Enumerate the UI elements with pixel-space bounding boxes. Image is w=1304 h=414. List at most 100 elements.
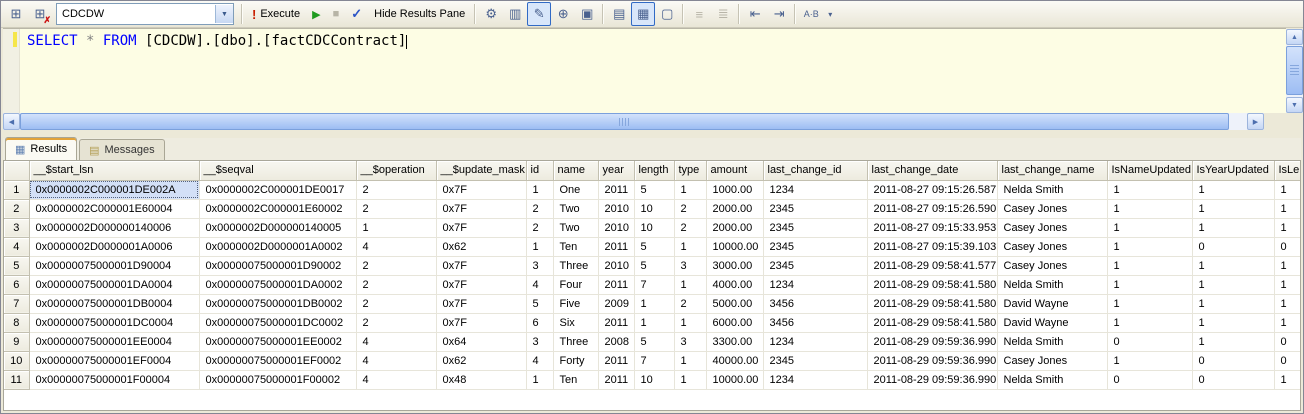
grid-cell[interactable]: 1 — [1192, 256, 1275, 276]
grid-cell[interactable]: 1 — [1107, 275, 1193, 295]
grid-cell[interactable]: 0 — [1192, 351, 1275, 371]
grid-cell[interactable]: 1 — [1274, 199, 1300, 219]
grid-cell[interactable]: 1 — [1274, 370, 1300, 390]
grid-cell[interactable]: 2011 — [598, 351, 635, 371]
grid-cell[interactable]: Nelda Smith — [997, 275, 1108, 295]
grid-cell[interactable]: 4 — [526, 275, 554, 295]
grid-cell[interactable]: 1 — [1192, 313, 1275, 333]
editor-vertical-scrollbar[interactable]: ▲ ▼ — [1286, 29, 1303, 113]
grid-cell[interactable]: 2011 — [598, 180, 635, 200]
grid-cell[interactable]: 0x00000075000001EE0004 — [29, 332, 200, 352]
grid-cell[interactable]: 1 — [634, 294, 675, 314]
grid-cell[interactable]: 0x7F — [436, 313, 527, 333]
grid-cell[interactable]: 2008 — [598, 332, 635, 352]
grid-cell[interactable]: 1 — [1192, 199, 1275, 219]
grid-cell[interactable]: 0x0000002C000001E60004 — [29, 199, 200, 219]
grid-cell[interactable]: Two — [553, 199, 599, 219]
grid-cell[interactable]: 0x0000002D000000140006 — [29, 218, 200, 238]
grid-cell[interactable]: 0x00000075000001D90004 — [29, 256, 200, 276]
grid-cell[interactable]: 2345 — [763, 218, 868, 238]
debug-button[interactable]: ▶ — [306, 2, 326, 26]
grid-cell[interactable]: 1 — [1107, 256, 1193, 276]
grid-cell[interactable]: 4 — [356, 351, 437, 371]
grid-cell[interactable]: 1 — [1274, 180, 1300, 200]
column-header[interactable]: __$update_mask — [436, 161, 527, 181]
grid-cell[interactable]: 2 — [356, 199, 437, 219]
grid-cell[interactable]: 1 — [526, 370, 554, 390]
grid-cell[interactable]: 10000.00 — [706, 237, 764, 257]
tab-messages[interactable]: ▤ Messages — [79, 139, 165, 160]
grid-cell[interactable]: 2000.00 — [706, 218, 764, 238]
grid-cell[interactable]: 2 — [674, 199, 707, 219]
column-header[interactable]: type — [674, 161, 707, 181]
grid-cell[interactable]: 2011 — [598, 275, 635, 295]
intellisense-enabled-icon[interactable]: ✎ — [527, 2, 552, 26]
template-parameters-icon[interactable]: A·B — [799, 2, 823, 26]
grid-cell[interactable]: 2011 — [598, 313, 635, 333]
grid-cell[interactable]: 0x62 — [436, 351, 527, 371]
grid-cell[interactable]: 0x7F — [436, 275, 527, 295]
grid-cell[interactable]: 1 — [1274, 218, 1300, 238]
query-editor[interactable]: SELECT * FROM [CDCDW].[dbo].[factCDCCont… — [3, 28, 1286, 113]
grid-cell[interactable]: 0x00000075000001DC0004 — [29, 313, 200, 333]
grid-cell[interactable]: 1 — [1107, 237, 1193, 257]
grid-cell[interactable]: 1 — [1192, 180, 1275, 200]
row-header[interactable]: 7 — [4, 294, 30, 314]
column-header[interactable]: IsNameUpdated — [1107, 161, 1193, 181]
grid-cell[interactable]: 2 — [674, 294, 707, 314]
grid-cell[interactable]: 1 — [1107, 218, 1193, 238]
row-header[interactable]: 10 — [4, 351, 30, 371]
grid-cell[interactable]: Casey Jones — [997, 218, 1108, 238]
grid-cell[interactable]: 2345 — [763, 237, 868, 257]
grid-cell[interactable]: 0x0000002D0000001A0002 — [199, 237, 357, 257]
grid-cell[interactable]: 0x00000075000001DA0004 — [29, 275, 200, 295]
grid-cell[interactable]: 1 — [1274, 275, 1300, 295]
results-to-file-icon[interactable]: ▢ — [655, 2, 679, 26]
grid-cell[interactable]: 1 — [356, 218, 437, 238]
toolbar-options-chevron-icon[interactable]: ▾ — [823, 3, 837, 25]
grid-cell[interactable]: 0x62 — [436, 237, 527, 257]
grid-cell[interactable]: 2000.00 — [706, 199, 764, 219]
column-header[interactable]: amount — [706, 161, 764, 181]
grid-cell[interactable]: 6000.00 — [706, 313, 764, 333]
results-to-grid-icon[interactable]: ▦ — [631, 2, 656, 26]
grid-corner[interactable] — [4, 161, 30, 181]
row-header[interactable]: 2 — [4, 199, 30, 219]
column-header[interactable]: __$seqval — [199, 161, 357, 181]
grid-cell[interactable]: 2011-08-29 09:59:36.990 — [867, 332, 998, 352]
execute-button[interactable]: ! Execute — [246, 2, 306, 26]
grid-cell[interactable]: 4 — [356, 237, 437, 257]
grid-cell[interactable]: 1 — [674, 275, 707, 295]
grid-cell[interactable]: 2011-08-27 09:15:33.953 — [867, 218, 998, 238]
column-header[interactable]: id — [526, 161, 554, 181]
grid-cell[interactable]: 4 — [356, 370, 437, 390]
grid-cell[interactable]: 2011-08-29 09:58:41.577 — [867, 256, 998, 276]
grid-cell[interactable]: 2010 — [598, 218, 635, 238]
grid-cell[interactable]: 1 — [1274, 294, 1300, 314]
grid-cell[interactable]: Two — [553, 218, 599, 238]
grid-cell[interactable]: 4 — [356, 332, 437, 352]
grid-cell[interactable]: 0x0000002D0000001A0006 — [29, 237, 200, 257]
row-header[interactable]: 8 — [4, 313, 30, 333]
grid-cell[interactable]: 2011-08-27 09:15:26.590 — [867, 199, 998, 219]
query-options-icon[interactable]: ▥ — [503, 2, 527, 26]
grid-cell[interactable]: 1 — [526, 237, 554, 257]
grid-cell[interactable]: 10 — [634, 199, 675, 219]
grid-cell[interactable]: 3 — [674, 332, 707, 352]
grid-cell[interactable]: 0x7F — [436, 256, 527, 276]
column-header[interactable]: IsLe — [1274, 161, 1300, 181]
grid-cell[interactable]: 0x7F — [436, 218, 527, 238]
grid-cell[interactable]: 3456 — [763, 294, 868, 314]
grid-cell[interactable]: 4 — [526, 351, 554, 371]
scroll-down-icon[interactable]: ▼ — [1286, 97, 1303, 113]
grid-cell[interactable]: Six — [553, 313, 599, 333]
grid-cell[interactable]: 2010 — [598, 199, 635, 219]
grid-cell[interactable]: 3300.00 — [706, 332, 764, 352]
grid-cell[interactable]: 2 — [526, 199, 554, 219]
grid-cell[interactable]: 40000.00 — [706, 351, 764, 371]
grid-cell[interactable]: 2 — [356, 313, 437, 333]
grid-cell[interactable]: 2011-08-29 09:59:36.990 — [867, 351, 998, 371]
grid-cell[interactable]: 10000.00 — [706, 370, 764, 390]
row-header[interactable]: 4 — [4, 237, 30, 257]
grid-cell[interactable]: David Wayne — [997, 313, 1108, 333]
